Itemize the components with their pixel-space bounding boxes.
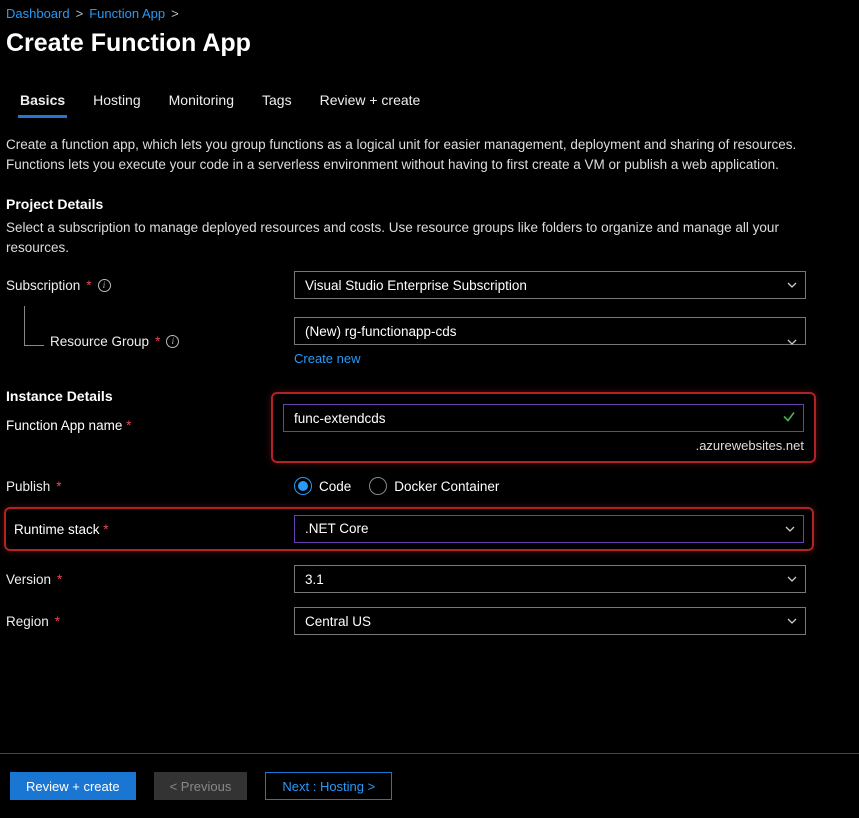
project-details-desc: Select a subscription to manage deployed… xyxy=(6,218,806,257)
region-label-text: Region xyxy=(6,614,49,629)
publish-docker-label: Docker Container xyxy=(394,479,499,494)
tab-review[interactable]: Review + create xyxy=(318,86,423,118)
version-label-text: Version xyxy=(6,572,51,587)
runtime-label-text: Runtime stack xyxy=(14,522,100,537)
runtime-value: .NET Core xyxy=(305,521,369,536)
breadcrumb: Dashboard > Function App > xyxy=(0,0,859,21)
required-asterisk: * xyxy=(126,418,131,433)
version-label: Version * xyxy=(6,572,294,587)
appname-label: Function App name * xyxy=(6,418,271,433)
publish-radio-code[interactable]: Code xyxy=(294,477,351,495)
required-asterisk: * xyxy=(86,278,91,293)
next-hosting-button[interactable]: Next : Hosting > xyxy=(265,772,392,800)
publish-radio-docker[interactable]: Docker Container xyxy=(369,477,499,495)
runtime-select[interactable]: .NET Core xyxy=(294,515,804,543)
rg-value: (New) rg-functionapp-cds xyxy=(305,324,457,339)
intro-text: Create a function app, which lets you gr… xyxy=(6,135,806,174)
region-value: Central US xyxy=(305,614,371,629)
required-asterisk: * xyxy=(55,614,60,629)
publish-code-label: Code xyxy=(319,479,351,494)
info-icon[interactable]: i xyxy=(98,279,111,292)
review-create-button[interactable]: Review + create xyxy=(10,772,136,800)
subscription-value: Visual Studio Enterprise Subscription xyxy=(305,278,527,293)
required-asterisk: * xyxy=(57,572,62,587)
info-icon[interactable]: i xyxy=(166,335,179,348)
rg-label-text: Resource Group xyxy=(50,334,149,349)
previous-button: < Previous xyxy=(154,772,248,800)
appname-input[interactable] xyxy=(283,404,804,432)
publish-radio-group: Code Docker Container xyxy=(294,477,806,495)
publish-label-text: Publish xyxy=(6,479,50,494)
resource-group-label: Resource Group * i xyxy=(6,334,294,349)
required-asterisk: * xyxy=(155,334,160,349)
breadcrumb-sep: > xyxy=(76,6,84,21)
required-asterisk: * xyxy=(103,522,108,537)
instance-details-header: Instance Details xyxy=(6,388,271,404)
subscription-label-text: Subscription xyxy=(6,278,80,293)
subscription-select[interactable]: Visual Studio Enterprise Subscription xyxy=(294,271,806,299)
tree-connector xyxy=(24,306,44,346)
appname-label-text: Function App name xyxy=(6,418,122,433)
check-icon xyxy=(782,410,796,427)
breadcrumb-functionapp[interactable]: Function App xyxy=(89,6,165,21)
resource-group-select[interactable]: (New) rg-functionapp-cds xyxy=(294,317,806,345)
tab-basics[interactable]: Basics xyxy=(18,86,67,118)
subscription-label: Subscription * i xyxy=(6,278,294,293)
appname-highlight: .azurewebsites.net xyxy=(271,392,816,463)
page-title: Create Function App xyxy=(0,21,859,58)
runtime-label: Runtime stack * xyxy=(14,522,294,537)
create-new-link[interactable]: Create new xyxy=(294,351,360,366)
required-asterisk: * xyxy=(56,479,61,494)
region-select[interactable]: Central US xyxy=(294,607,806,635)
domain-suffix: .azurewebsites.net xyxy=(283,438,804,453)
footer-bar: Review + create < Previous Next : Hostin… xyxy=(0,753,859,818)
tab-tags[interactable]: Tags xyxy=(260,86,294,118)
publish-label: Publish * xyxy=(6,479,294,494)
region-label: Region * xyxy=(6,614,294,629)
tab-hosting[interactable]: Hosting xyxy=(91,86,142,118)
breadcrumb-dashboard[interactable]: Dashboard xyxy=(6,6,70,21)
runtime-highlight: Runtime stack * .NET Core xyxy=(4,507,814,551)
project-details-header: Project Details xyxy=(6,196,853,212)
tab-monitoring[interactable]: Monitoring xyxy=(167,86,236,118)
version-value: 3.1 xyxy=(305,572,324,587)
radio-unchecked-icon xyxy=(369,477,387,495)
breadcrumb-sep-end: > xyxy=(171,6,179,21)
tabs: Basics Hosting Monitoring Tags Review + … xyxy=(0,58,859,119)
version-select[interactable]: 3.1 xyxy=(294,565,806,593)
radio-checked-icon xyxy=(294,477,312,495)
